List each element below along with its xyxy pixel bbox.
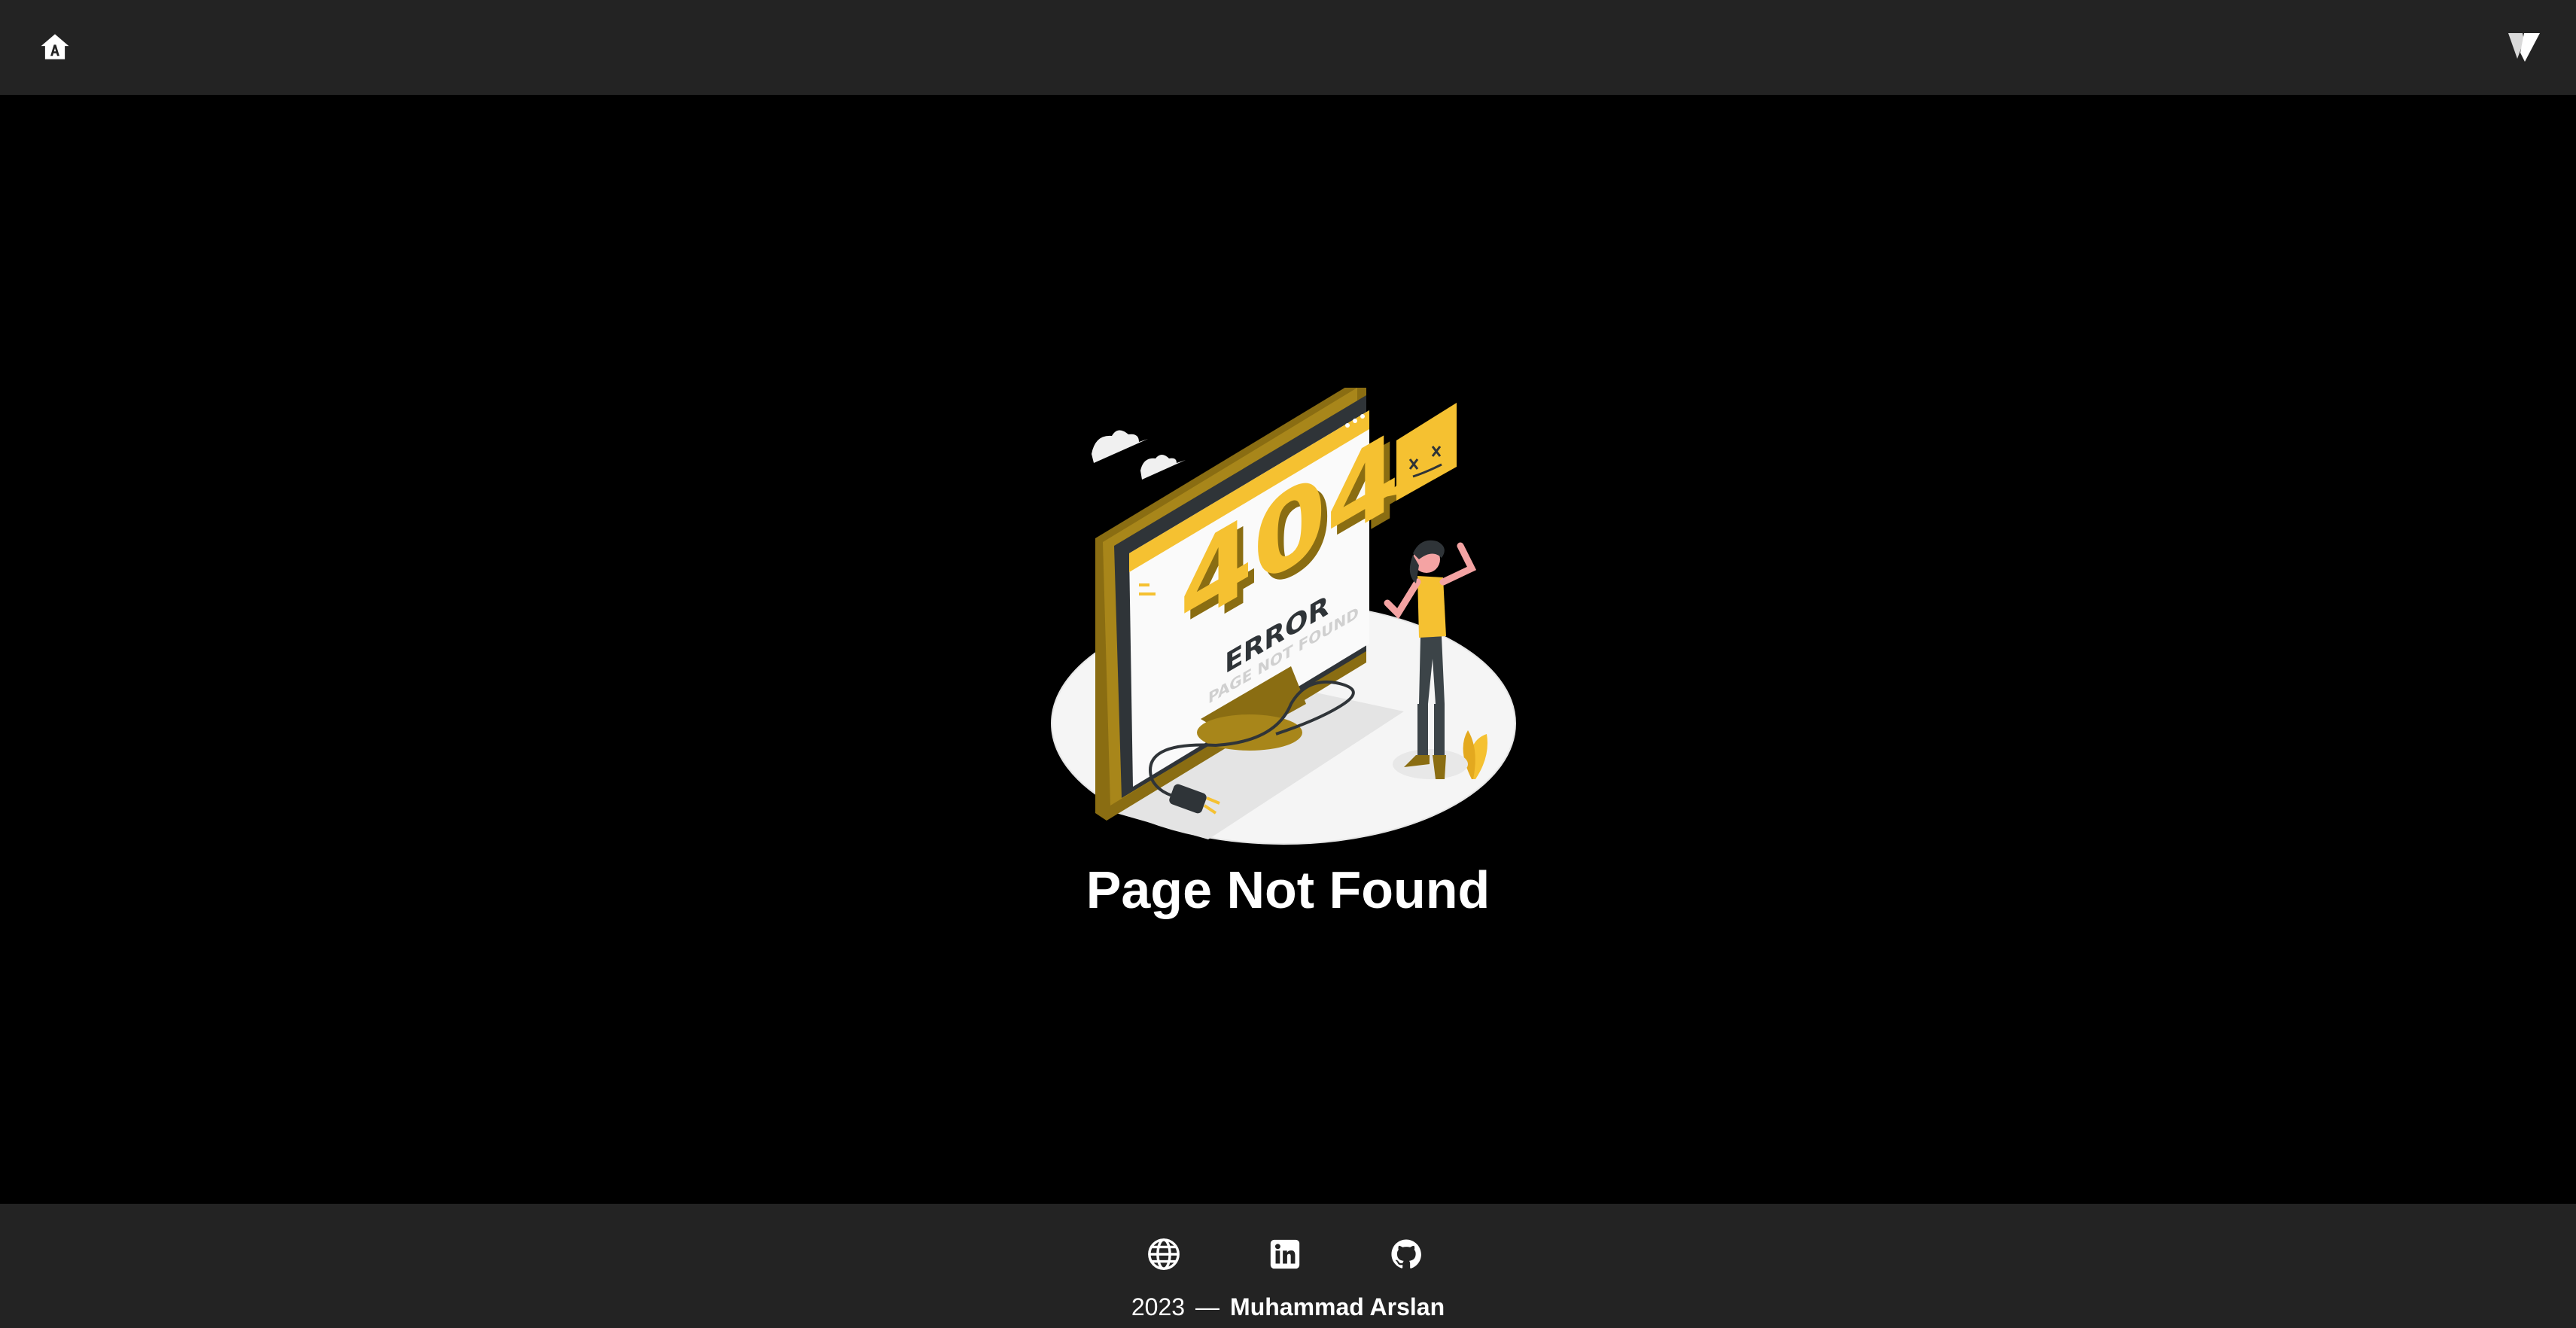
brand-logo-button[interactable]: [2508, 32, 2540, 62]
globe-icon: [1148, 1238, 1180, 1270]
home-button[interactable]: [39, 31, 71, 62]
linkedin-icon: [1270, 1239, 1300, 1269]
github-link[interactable]: [1389, 1237, 1423, 1272]
footer: 2023 — Muhammad Arslan: [0, 1204, 2576, 1328]
home-icon: [41, 34, 69, 59]
error-404-illustration: 404 404 ERROR PAGE NOT FOUND: [1051, 388, 1516, 845]
page-title: Page Not Found: [1086, 860, 1490, 919]
linkedin-link[interactable]: [1268, 1237, 1302, 1272]
credit-separator: —: [1195, 1293, 1220, 1320]
footer-credit: 2023 — Muhammad Arslan: [0, 1292, 2576, 1322]
github-icon: [1391, 1239, 1421, 1269]
copyright-year: 2023: [1131, 1293, 1186, 1320]
app-bar: [0, 0, 2576, 95]
main-content: 404 404 ERROR PAGE NOT FOUND Page Not Fo…: [0, 95, 2576, 1204]
website-link[interactable]: [1146, 1237, 1181, 1272]
vuetify-logo-icon: [2508, 33, 2540, 62]
author-name: Muhammad Arslan: [1230, 1293, 1445, 1320]
